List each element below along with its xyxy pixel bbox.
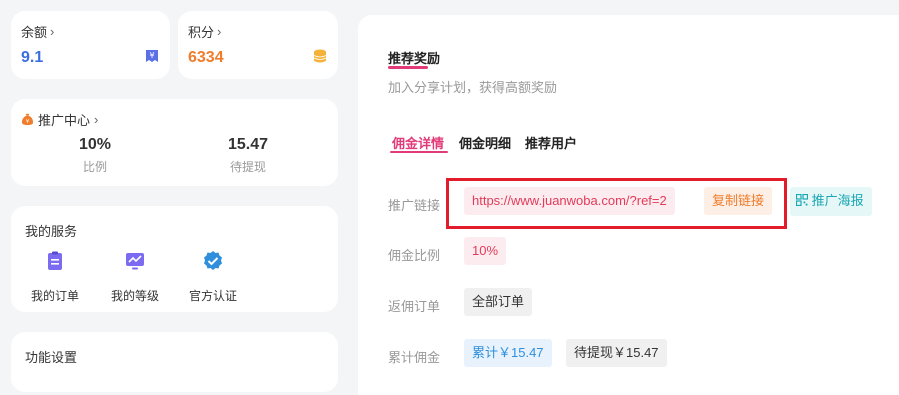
- promo-center-label: 推广中心: [38, 113, 91, 128]
- qr-code-icon: [795, 188, 809, 216]
- promo-stat-rate: 10% 比例: [55, 136, 135, 175]
- promo-stat-value: 10%: [78, 136, 112, 153]
- points-value: 6334: [188, 49, 224, 66]
- rate-label: 佣金比例: [388, 248, 441, 263]
- service-item-label: 官方认证: [188, 289, 237, 303]
- page-title: 推荐奖励: [388, 51, 441, 66]
- highlight-box: [446, 178, 787, 229]
- orders-label: 返佣订单: [388, 299, 441, 314]
- money-bag-icon: ¥: [21, 113, 34, 125]
- title-underline: [388, 66, 428, 69]
- tab-commission-records[interactable]: 佣金明细: [459, 133, 511, 152]
- balance-label: 余额: [21, 25, 48, 40]
- points-title: 积分 ›: [188, 22, 221, 41]
- verified-badge-icon: [204, 251, 222, 270]
- clipboard-icon: [48, 251, 62, 270]
- promo-stat-label: 待提现: [229, 160, 266, 174]
- rate-value: 10%: [464, 237, 507, 265]
- service-item-level[interactable]: 我的等级: [103, 250, 167, 304]
- promo-center-title: ¥ 推广中心 ›: [21, 110, 98, 129]
- promo-stat-pending: 15.47 待提现: [208, 136, 288, 175]
- promo-stat-value: 15.47: [227, 136, 269, 153]
- points-card[interactable]: 积分 › 6334: [178, 11, 338, 79]
- balance-title: 余额 ›: [21, 22, 54, 41]
- service-item-label: 我的订单: [30, 289, 79, 303]
- function-settings-title: 功能设置: [25, 350, 78, 365]
- poster-button-label: 推广海报: [811, 193, 864, 208]
- tab-commission-details[interactable]: 佣金详情: [392, 133, 444, 152]
- balance-card[interactable]: 余额 › 9.1 ¥: [11, 11, 170, 79]
- monitor-chart-icon: [126, 253, 144, 270]
- chevron-right-icon: ›: [94, 112, 99, 127]
- balance-value: 9.1: [21, 49, 44, 66]
- orders-value[interactable]: 全部订单: [464, 288, 533, 316]
- page-subtitle: 加入分享计划，获得高额奖励: [388, 80, 558, 95]
- service-item-certify[interactable]: 官方认证: [181, 250, 245, 304]
- promo-stat-label: 比例: [82, 160, 107, 174]
- chevron-right-icon: ›: [50, 24, 55, 39]
- my-services-title: 我的服务: [25, 224, 78, 239]
- total-commission-value: 累计￥15.47: [464, 339, 552, 367]
- chevron-right-icon: ›: [217, 24, 222, 39]
- promo-center-card[interactable]: ¥ 推广中心 › 10% 比例 15.47 待提现: [11, 99, 338, 186]
- points-label: 积分: [188, 25, 215, 40]
- active-tab-underline: [390, 151, 448, 153]
- total-commission-label: 累计佣金: [388, 350, 441, 365]
- link-label: 推广链接: [388, 198, 441, 213]
- function-settings-card: 功能设置: [11, 332, 338, 392]
- service-item-label: 我的等级: [110, 289, 159, 303]
- poster-button[interactable]: 推广海报: [790, 187, 872, 216]
- svg-text:¥: ¥: [149, 51, 154, 60]
- my-services-card: 我的服务 我的订单 我的等级 官方认证: [11, 206, 338, 312]
- coin-stack-icon: [313, 49, 327, 63]
- tab-referred-users[interactable]: 推荐用户: [525, 133, 577, 152]
- yen-ticket-icon: ¥: [146, 50, 158, 62]
- service-item-orders[interactable]: 我的订单: [23, 250, 87, 304]
- svg-text:¥: ¥: [26, 119, 30, 125]
- pending-withdraw-value: 待提现￥15.47: [566, 339, 667, 367]
